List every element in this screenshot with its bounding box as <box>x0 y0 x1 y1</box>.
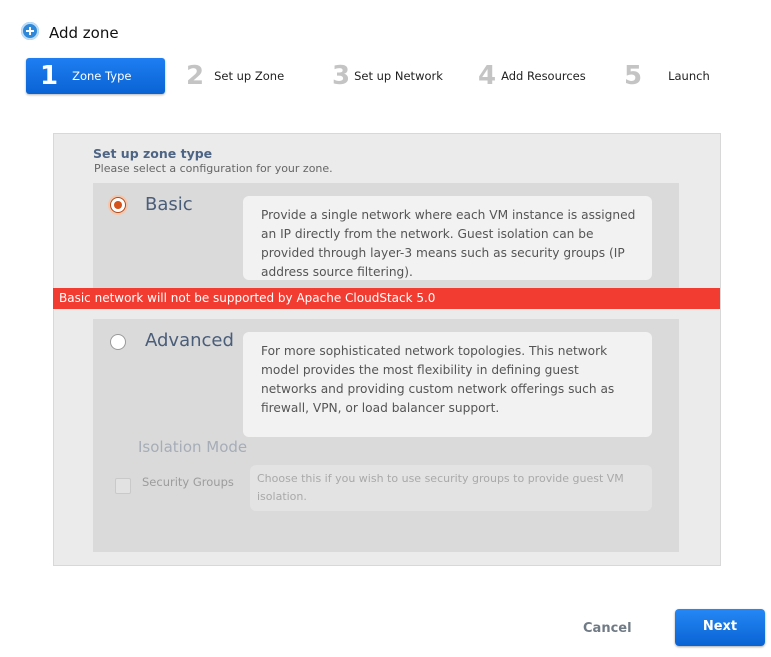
step-number: 2 <box>186 61 205 91</box>
step-number: 5 <box>624 61 643 91</box>
step-number: 3 <box>332 61 351 91</box>
advanced-label[interactable]: Advanced <box>145 330 234 351</box>
step-launch: 5 Launch <box>624 58 710 94</box>
step-label: Set up Zone <box>214 69 285 83</box>
basic-description: Provide a single network where each VM i… <box>243 196 652 280</box>
step-label: Set up Network <box>354 69 443 83</box>
cancel-button[interactable]: Cancel <box>583 621 632 636</box>
security-groups-label[interactable]: Security Groups <box>142 475 234 489</box>
isolation-mode-title: Isolation Mode <box>138 438 248 456</box>
step-add-resources: 4 Add Resources <box>478 58 586 94</box>
step-label: Launch <box>668 69 710 83</box>
next-button[interactable]: Next <box>675 609 765 646</box>
step-number: 1 <box>40 61 59 91</box>
security-groups-checkbox[interactable] <box>115 478 131 494</box>
step-label: Add Resources <box>501 69 586 83</box>
step-number: 4 <box>478 61 497 91</box>
panel-title: Set up zone type <box>93 146 213 161</box>
step-set-up-zone: 2 Set up Zone <box>186 58 284 94</box>
add-circle-icon <box>21 22 39 40</box>
step-zone-type[interactable]: 1 Zone Type <box>26 58 165 94</box>
basic-label[interactable]: Basic <box>145 194 193 215</box>
step-label: Zone Type <box>72 69 132 83</box>
advanced-description: For more sophisticated network topologie… <box>243 332 652 437</box>
panel-subtitle: Please select a configuration for your z… <box>94 162 333 175</box>
advanced-radio[interactable] <box>110 334 126 350</box>
security-groups-description: Choose this if you wish to use security … <box>250 465 652 511</box>
step-set-up-network: 3 Set up Network <box>332 58 443 94</box>
basic-radio[interactable] <box>110 197 126 213</box>
dialog-title: Add zone <box>49 24 119 42</box>
deprecation-warning: Basic network will not be supported by A… <box>53 288 720 309</box>
